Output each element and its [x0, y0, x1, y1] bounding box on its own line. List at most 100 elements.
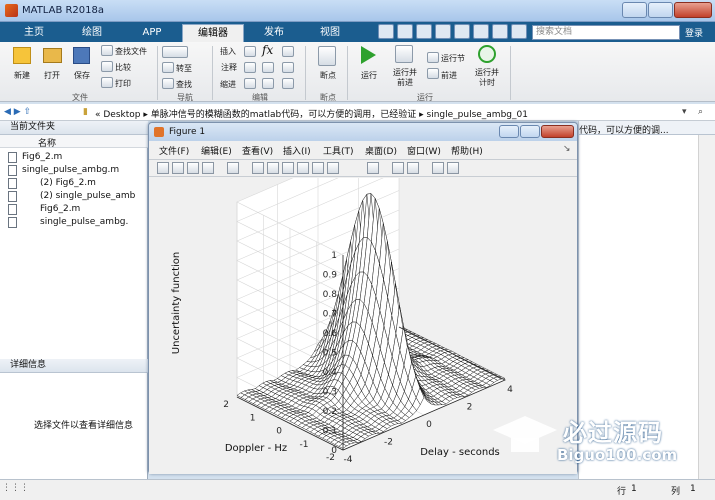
menu-help[interactable]: 帮助(H)	[451, 144, 483, 157]
search-input[interactable]: 搜索文档	[532, 25, 680, 40]
back-forward-icon[interactable]	[162, 46, 188, 58]
breakpoints-button[interactable]: 断点	[312, 70, 344, 81]
indent-button[interactable]: 缩进	[220, 79, 236, 90]
brush-icon[interactable]	[327, 162, 339, 174]
wrap-icon[interactable]	[282, 62, 294, 73]
tab-home[interactable]: 主页	[8, 24, 60, 42]
qa-help-icon[interactable]	[511, 24, 527, 39]
fx-button[interactable]: fx	[262, 43, 273, 57]
qa-save-icon[interactable]	[397, 24, 413, 39]
menu-desktop[interactable]: 桌面(D)	[365, 144, 397, 157]
close-button[interactable]	[674, 2, 712, 18]
column-header[interactable]: 名称	[0, 135, 148, 149]
print-button[interactable]: 打印	[115, 78, 131, 89]
comment-icon[interactable]	[244, 62, 256, 73]
advance-button[interactable]: 前进	[441, 70, 457, 81]
run-advance-icon[interactable]	[395, 45, 413, 63]
menu-dock-icon[interactable]: ↘	[563, 144, 571, 154]
insert-button[interactable]: 插入	[220, 46, 236, 57]
menu-file[interactable]: 文件(F)	[159, 144, 189, 157]
menu-edit[interactable]: 编辑(E)	[201, 144, 232, 157]
colorbar-icon[interactable]	[392, 162, 404, 174]
breakpoints-icon[interactable]	[318, 46, 336, 66]
menu-insert[interactable]: 插入(I)	[283, 144, 311, 157]
open-button[interactable]: 打开	[38, 70, 66, 81]
run-time-button[interactable]: 运行并 计时	[470, 68, 504, 88]
zoom-out-icon[interactable]	[267, 162, 279, 174]
list-item[interactable]: (2) single_pulse_amb	[8, 191, 135, 202]
show-plot-tools-icon[interactable]	[447, 162, 459, 174]
pointer-icon[interactable]	[227, 162, 239, 174]
new-icon[interactable]	[13, 47, 31, 64]
qa-copy-icon[interactable]	[435, 24, 451, 39]
menu-window[interactable]: 窗口(W)	[407, 144, 441, 157]
list-item[interactable]: (2) Fig6_2.m	[8, 178, 96, 189]
run-advance-button[interactable]: 运行并 前进	[388, 68, 422, 88]
print-icon	[101, 77, 113, 88]
find-button[interactable]: 查找	[176, 79, 192, 90]
tab-plots[interactable]: 绘图	[64, 24, 120, 42]
tab-view[interactable]: 视图	[304, 24, 356, 42]
qa-redo-icon[interactable]	[492, 24, 508, 39]
run-icon[interactable]	[361, 46, 376, 64]
compare-button[interactable]: 比较	[115, 62, 131, 73]
divider	[157, 46, 158, 100]
address-bar[interactable]: ◀ ▶ ⇧ ▮ « Desktop ▸ 单脉冲信号的模糊函数的matlab代码，…	[0, 104, 715, 121]
qa-new-icon[interactable]	[378, 24, 394, 39]
run-time-icon[interactable]	[478, 45, 496, 63]
run-button[interactable]: 运行	[355, 70, 383, 81]
zoom-in-icon[interactable]	[252, 162, 264, 174]
new-button[interactable]: 新建	[8, 70, 36, 81]
editor-tab-title[interactable]: 代码，可以方便的调...	[579, 123, 669, 136]
list-item[interactable]: single_pulse_ambg.m	[8, 165, 119, 176]
address-dropdown-icon[interactable]: ▾	[682, 107, 687, 117]
menu-tools[interactable]: 工具(T)	[323, 144, 354, 157]
address-path[interactable]: « Desktop ▸ 单脉冲信号的模糊函数的matlab代码，可以方便的调用，…	[95, 107, 528, 120]
open-file-icon[interactable]	[172, 162, 184, 174]
list-item[interactable]: Fig6_2.m	[8, 152, 62, 163]
open-folder-icon[interactable]	[43, 48, 62, 63]
figure-minimize-button[interactable]	[499, 125, 519, 138]
figure-title-bar[interactable]: Figure 1	[149, 123, 577, 141]
data-cursor-icon[interactable]	[312, 162, 324, 174]
tab-apps[interactable]: APP	[124, 24, 180, 42]
qa-undo-icon[interactable]	[473, 24, 489, 39]
new-figure-icon[interactable]	[157, 162, 169, 174]
list-item[interactable]: Fig6_2.m	[8, 204, 80, 215]
link-icon[interactable]	[367, 162, 379, 174]
insert-function-icon[interactable]	[282, 46, 294, 57]
save-figure-icon[interactable]	[187, 162, 199, 174]
minimize-button[interactable]	[622, 2, 647, 18]
goto-button[interactable]: 转至	[176, 63, 192, 74]
qa-cut-icon[interactable]	[416, 24, 432, 39]
hide-plot-tools-icon[interactable]	[432, 162, 444, 174]
indent-decrease-icon[interactable]	[282, 78, 294, 89]
rotate-icon[interactable]	[297, 162, 309, 174]
insert-icon[interactable]	[244, 46, 256, 57]
figure-maximize-button[interactable]	[520, 125, 540, 138]
find-files-button[interactable]: 查找文件	[115, 46, 147, 57]
tab-publish[interactable]: 发布	[248, 24, 300, 42]
list-item[interactable]: single_pulse_ambg.	[8, 217, 128, 228]
run-section-icon	[427, 52, 439, 63]
save-button[interactable]: 保存	[68, 70, 96, 81]
indent-increase-icon[interactable]	[262, 78, 274, 89]
column-name[interactable]: 名称	[38, 136, 56, 149]
login-link[interactable]: 登录	[685, 26, 703, 39]
menu-view[interactable]: 查看(V)	[242, 144, 273, 157]
indent-icon[interactable]	[244, 78, 256, 89]
percent-icon[interactable]	[262, 62, 274, 73]
comment-button[interactable]: 注释	[221, 62, 237, 73]
legend-icon[interactable]	[407, 162, 419, 174]
nav-arrows-icon[interactable]: ◀ ▶ ⇧	[4, 107, 31, 117]
maximize-button[interactable]	[648, 2, 673, 18]
print-figure-icon[interactable]	[202, 162, 214, 174]
address-search-icon[interactable]: ⌕	[698, 107, 703, 117]
run-section-button[interactable]: 运行节	[441, 53, 465, 64]
pan-icon[interactable]	[282, 162, 294, 174]
tab-editor[interactable]: 编辑器	[182, 24, 244, 42]
y-tick-label: 2	[223, 400, 229, 410]
figure-close-button[interactable]	[541, 125, 574, 138]
qa-paste-icon[interactable]	[454, 24, 470, 39]
save-icon[interactable]	[73, 47, 90, 64]
